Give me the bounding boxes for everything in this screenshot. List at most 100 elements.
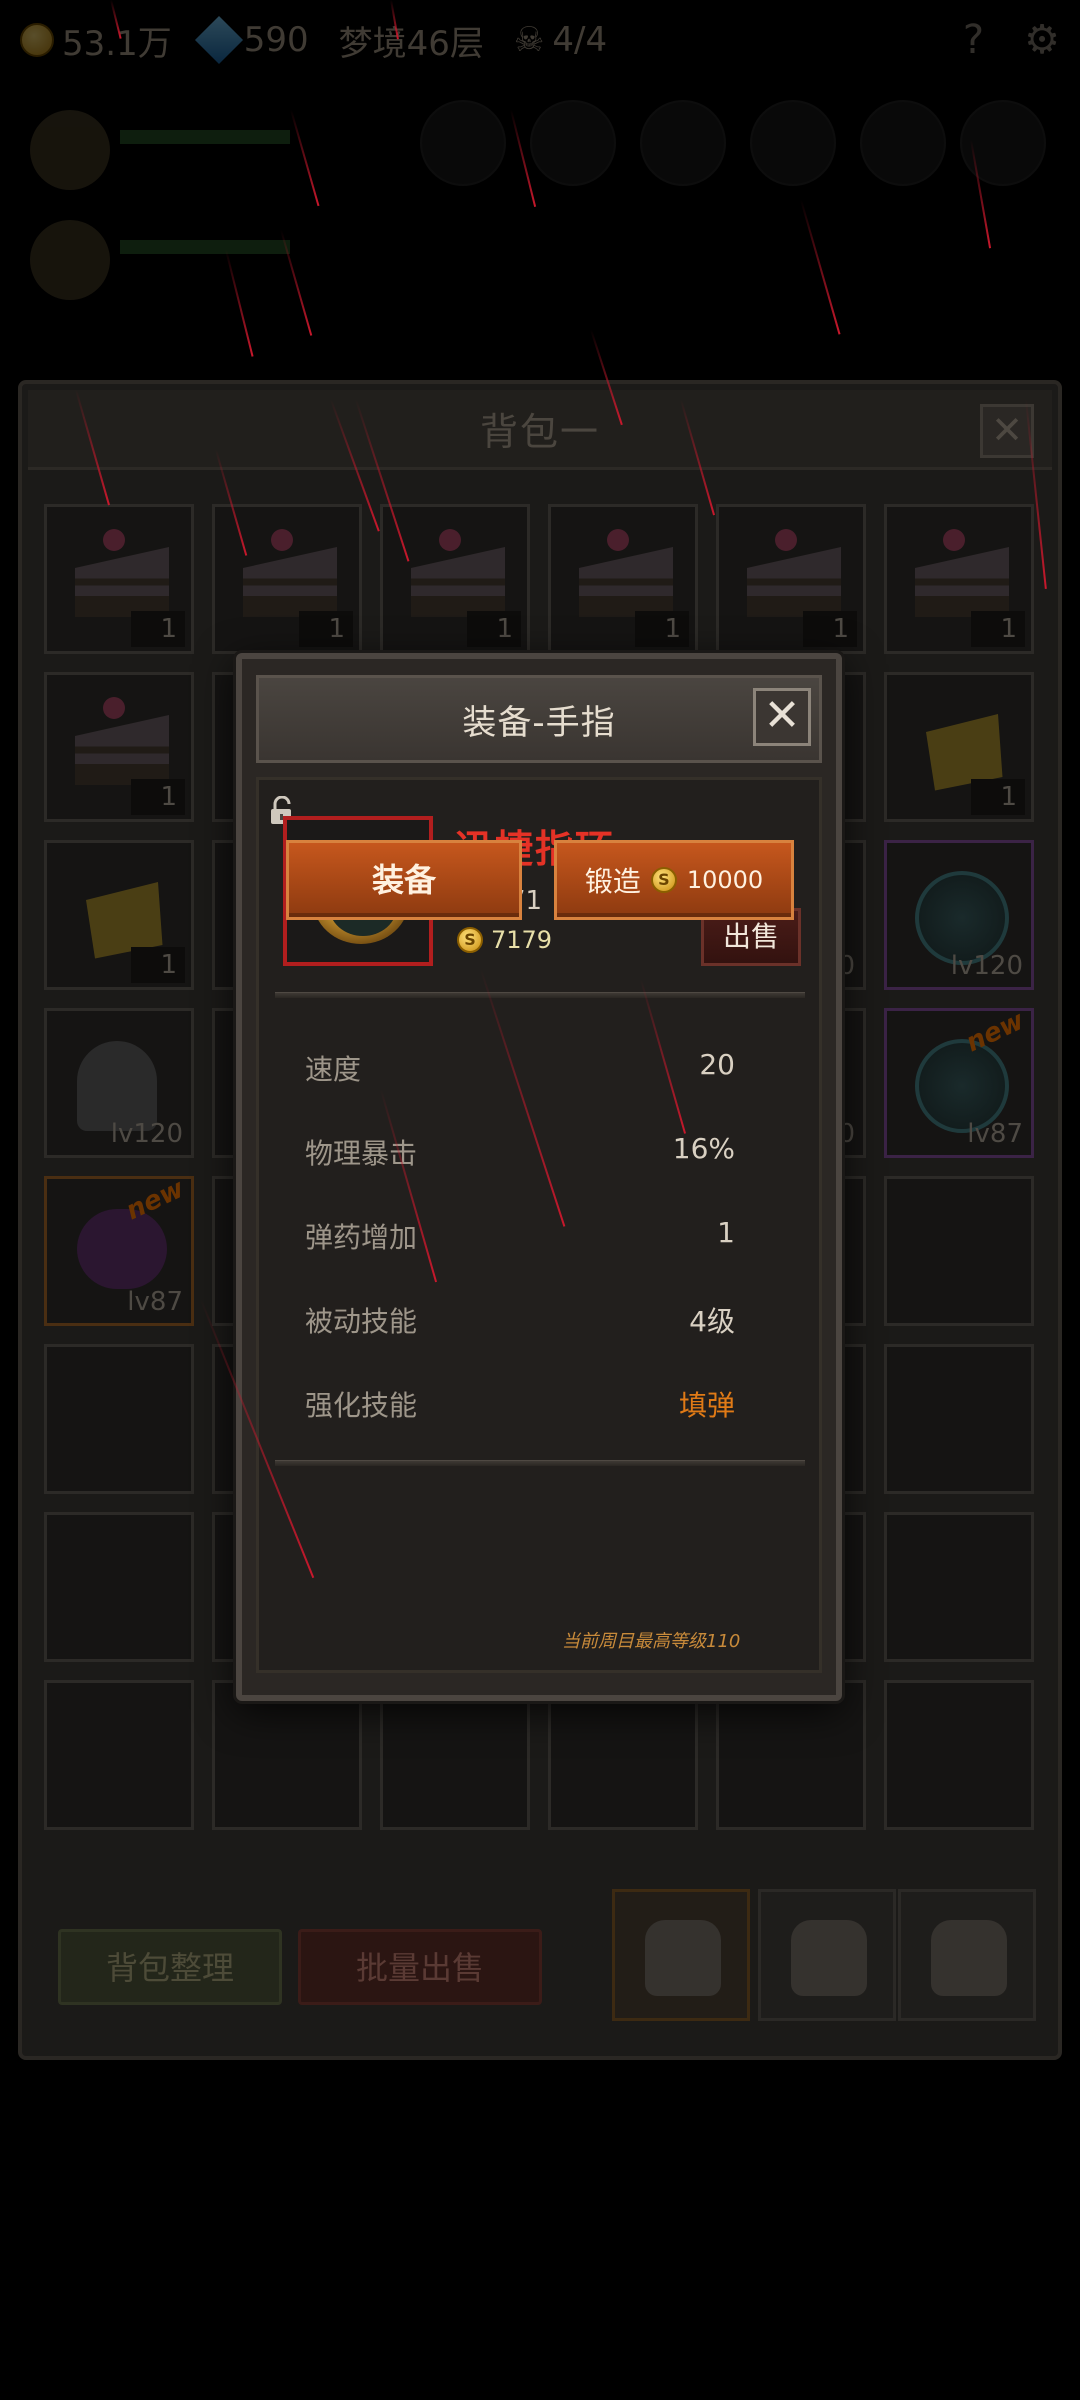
key-amount: 4/4 <box>552 20 608 60</box>
backpack-icon <box>791 1920 867 1996</box>
skill-slot <box>530 100 616 186</box>
stat-row-passive-skill: 被动技能 4级 <box>305 1300 735 1340</box>
skill-slot <box>960 100 1046 186</box>
stat-label: 强化技能 <box>305 1389 418 1422</box>
backpack-slot-empty[interactable] <box>44 1680 194 1830</box>
skill-slot <box>640 100 726 186</box>
divider <box>275 1460 805 1466</box>
backpack-slot[interactable]: lv87 new <box>884 1005 1034 1158</box>
hero-avatar <box>30 220 110 300</box>
dialog-title: 装备-手指 <box>462 702 616 743</box>
item-count: 1 <box>971 611 1025 647</box>
gem-counter: 590 <box>194 15 309 65</box>
stat-label: 速度 <box>305 1053 362 1086</box>
stat-row-ammo: 弹药增加 1 <box>305 1216 735 1256</box>
cake-icon <box>579 547 673 617</box>
backpack-slot-empty[interactable] <box>212 1680 362 1830</box>
cake-icon <box>747 547 841 617</box>
skill-slot <box>750 100 836 186</box>
dialog-header: 装备-手指 ✕ <box>256 675 822 763</box>
item-level-tag: lv87 <box>127 1287 183 1317</box>
cherry-icon <box>943 529 965 551</box>
sort-backpack-button[interactable]: 背包整理 <box>58 1929 282 2005</box>
helmet-icon <box>77 1041 157 1131</box>
hero-strip <box>0 90 1080 360</box>
question-icon[interactable]: ? <box>963 17 984 63</box>
cake-icon <box>243 547 337 617</box>
hero-hp-bar <box>120 240 290 254</box>
stat-value: 填弹 <box>678 1389 735 1422</box>
item-level-tag: lv120 <box>950 951 1023 981</box>
hero-avatar <box>30 110 110 190</box>
cherry-icon <box>103 529 125 551</box>
backpack-tab-2[interactable] <box>758 1889 896 2021</box>
item-price: S 7179 <box>457 926 552 954</box>
stat-label: 物理暴击 <box>305 1137 418 1170</box>
item-price-value: 7179 <box>491 926 553 954</box>
equip-button[interactable]: 装备 <box>286 840 522 920</box>
divider <box>275 992 805 998</box>
cherry-icon <box>271 529 293 551</box>
skull-icon: ☠ <box>513 20 545 60</box>
backpack-slot-empty[interactable] <box>884 1344 1034 1494</box>
backpack-slot-empty[interactable] <box>44 1512 194 1662</box>
backpack-tab-3[interactable] <box>898 1889 1036 2021</box>
backpack-slot[interactable]: 1 <box>884 672 1034 822</box>
item-level-tag: lv87 <box>967 1119 1023 1149</box>
dialog-close-button[interactable]: ✕ <box>753 688 811 746</box>
backpack-slot[interactable]: 1 <box>44 504 194 654</box>
item-count: 1 <box>131 947 185 983</box>
stat-value: 16% <box>672 1132 735 1165</box>
stat-value: 20 <box>699 1048 735 1081</box>
backpack-slot-empty[interactable] <box>884 1512 1034 1662</box>
backpack-slot-empty[interactable] <box>44 1344 194 1494</box>
stat-value: 1 <box>717 1216 735 1249</box>
backpack-slot[interactable]: 1 <box>212 504 362 654</box>
backpack-slot[interactable]: 1 <box>548 504 698 654</box>
item-count: 1 <box>467 611 521 647</box>
backpack-slot[interactable]: 1 <box>716 504 866 654</box>
item-count: 1 <box>131 611 185 647</box>
backpack-slot[interactable]: 1 <box>884 504 1034 654</box>
backpack-slot[interactable]: 1 <box>380 504 530 654</box>
stat-row-enhance-skill: 强化技能 填弹 <box>305 1384 735 1424</box>
top-status-bar: 53.1万 590 梦境46层 ☠ 4/4 ? ⚙ <box>0 0 1080 80</box>
forge-button[interactable]: 锻造 S 10000 <box>554 840 794 920</box>
backpack-slot-empty[interactable] <box>884 1680 1034 1830</box>
stat-label: 被动技能 <box>305 1305 418 1338</box>
new-badge: new <box>961 1005 1029 1059</box>
backpack-slot[interactable]: 1 <box>44 840 194 990</box>
backpack-slot-empty[interactable] <box>548 1680 698 1830</box>
gem-amount: 590 <box>243 20 309 60</box>
stage-text: 梦境46层 <box>338 23 484 64</box>
coin-icon <box>20 23 54 57</box>
item-count: 1 <box>299 611 353 647</box>
backpack-slot[interactable]: lv120 <box>44 1008 194 1158</box>
stage-label: 梦境46层 <box>339 16 484 65</box>
backpack-slot[interactable]: 1 <box>44 672 194 822</box>
cake-icon <box>915 547 1009 617</box>
stat-row-physical-crit: 物理暴击 16% <box>305 1132 735 1172</box>
bulk-sell-button[interactable]: 批量出售 <box>298 1929 542 2005</box>
gear-icon[interactable]: ⚙ <box>1024 17 1060 63</box>
cake-icon <box>75 547 169 617</box>
item-count: 1 <box>635 611 689 647</box>
backpack-slot-empty[interactable] <box>380 1680 530 1830</box>
item-count: 1 <box>803 611 857 647</box>
backpack-icon <box>931 1920 1007 1996</box>
backpack-tab-1[interactable] <box>612 1889 750 2021</box>
backpack-slot[interactable] <box>884 1176 1034 1326</box>
cherry-icon <box>607 529 629 551</box>
equipment-detail-dialog: 装备-手指 ✕ 迅捷指环 S 7179 出售 速度 20 物理暴击 16% 弹药… <box>236 653 842 1701</box>
backpack-slot[interactable]: lv120 <box>884 840 1034 990</box>
cherry-icon <box>439 529 461 551</box>
key-counter: ☠ 4/4 <box>514 20 607 60</box>
forge-label: 锻造 <box>584 865 641 898</box>
backpack-slot[interactable]: lv87 new <box>44 1174 194 1326</box>
hero-hp-bar <box>120 130 290 144</box>
stat-value: 4级 <box>689 1305 735 1338</box>
max-level-note: 当前周目最高等级110 <box>562 1631 741 1652</box>
item-count: 1 <box>131 779 185 815</box>
backpack-slot-empty[interactable] <box>716 1680 866 1830</box>
cake-icon <box>411 547 505 617</box>
